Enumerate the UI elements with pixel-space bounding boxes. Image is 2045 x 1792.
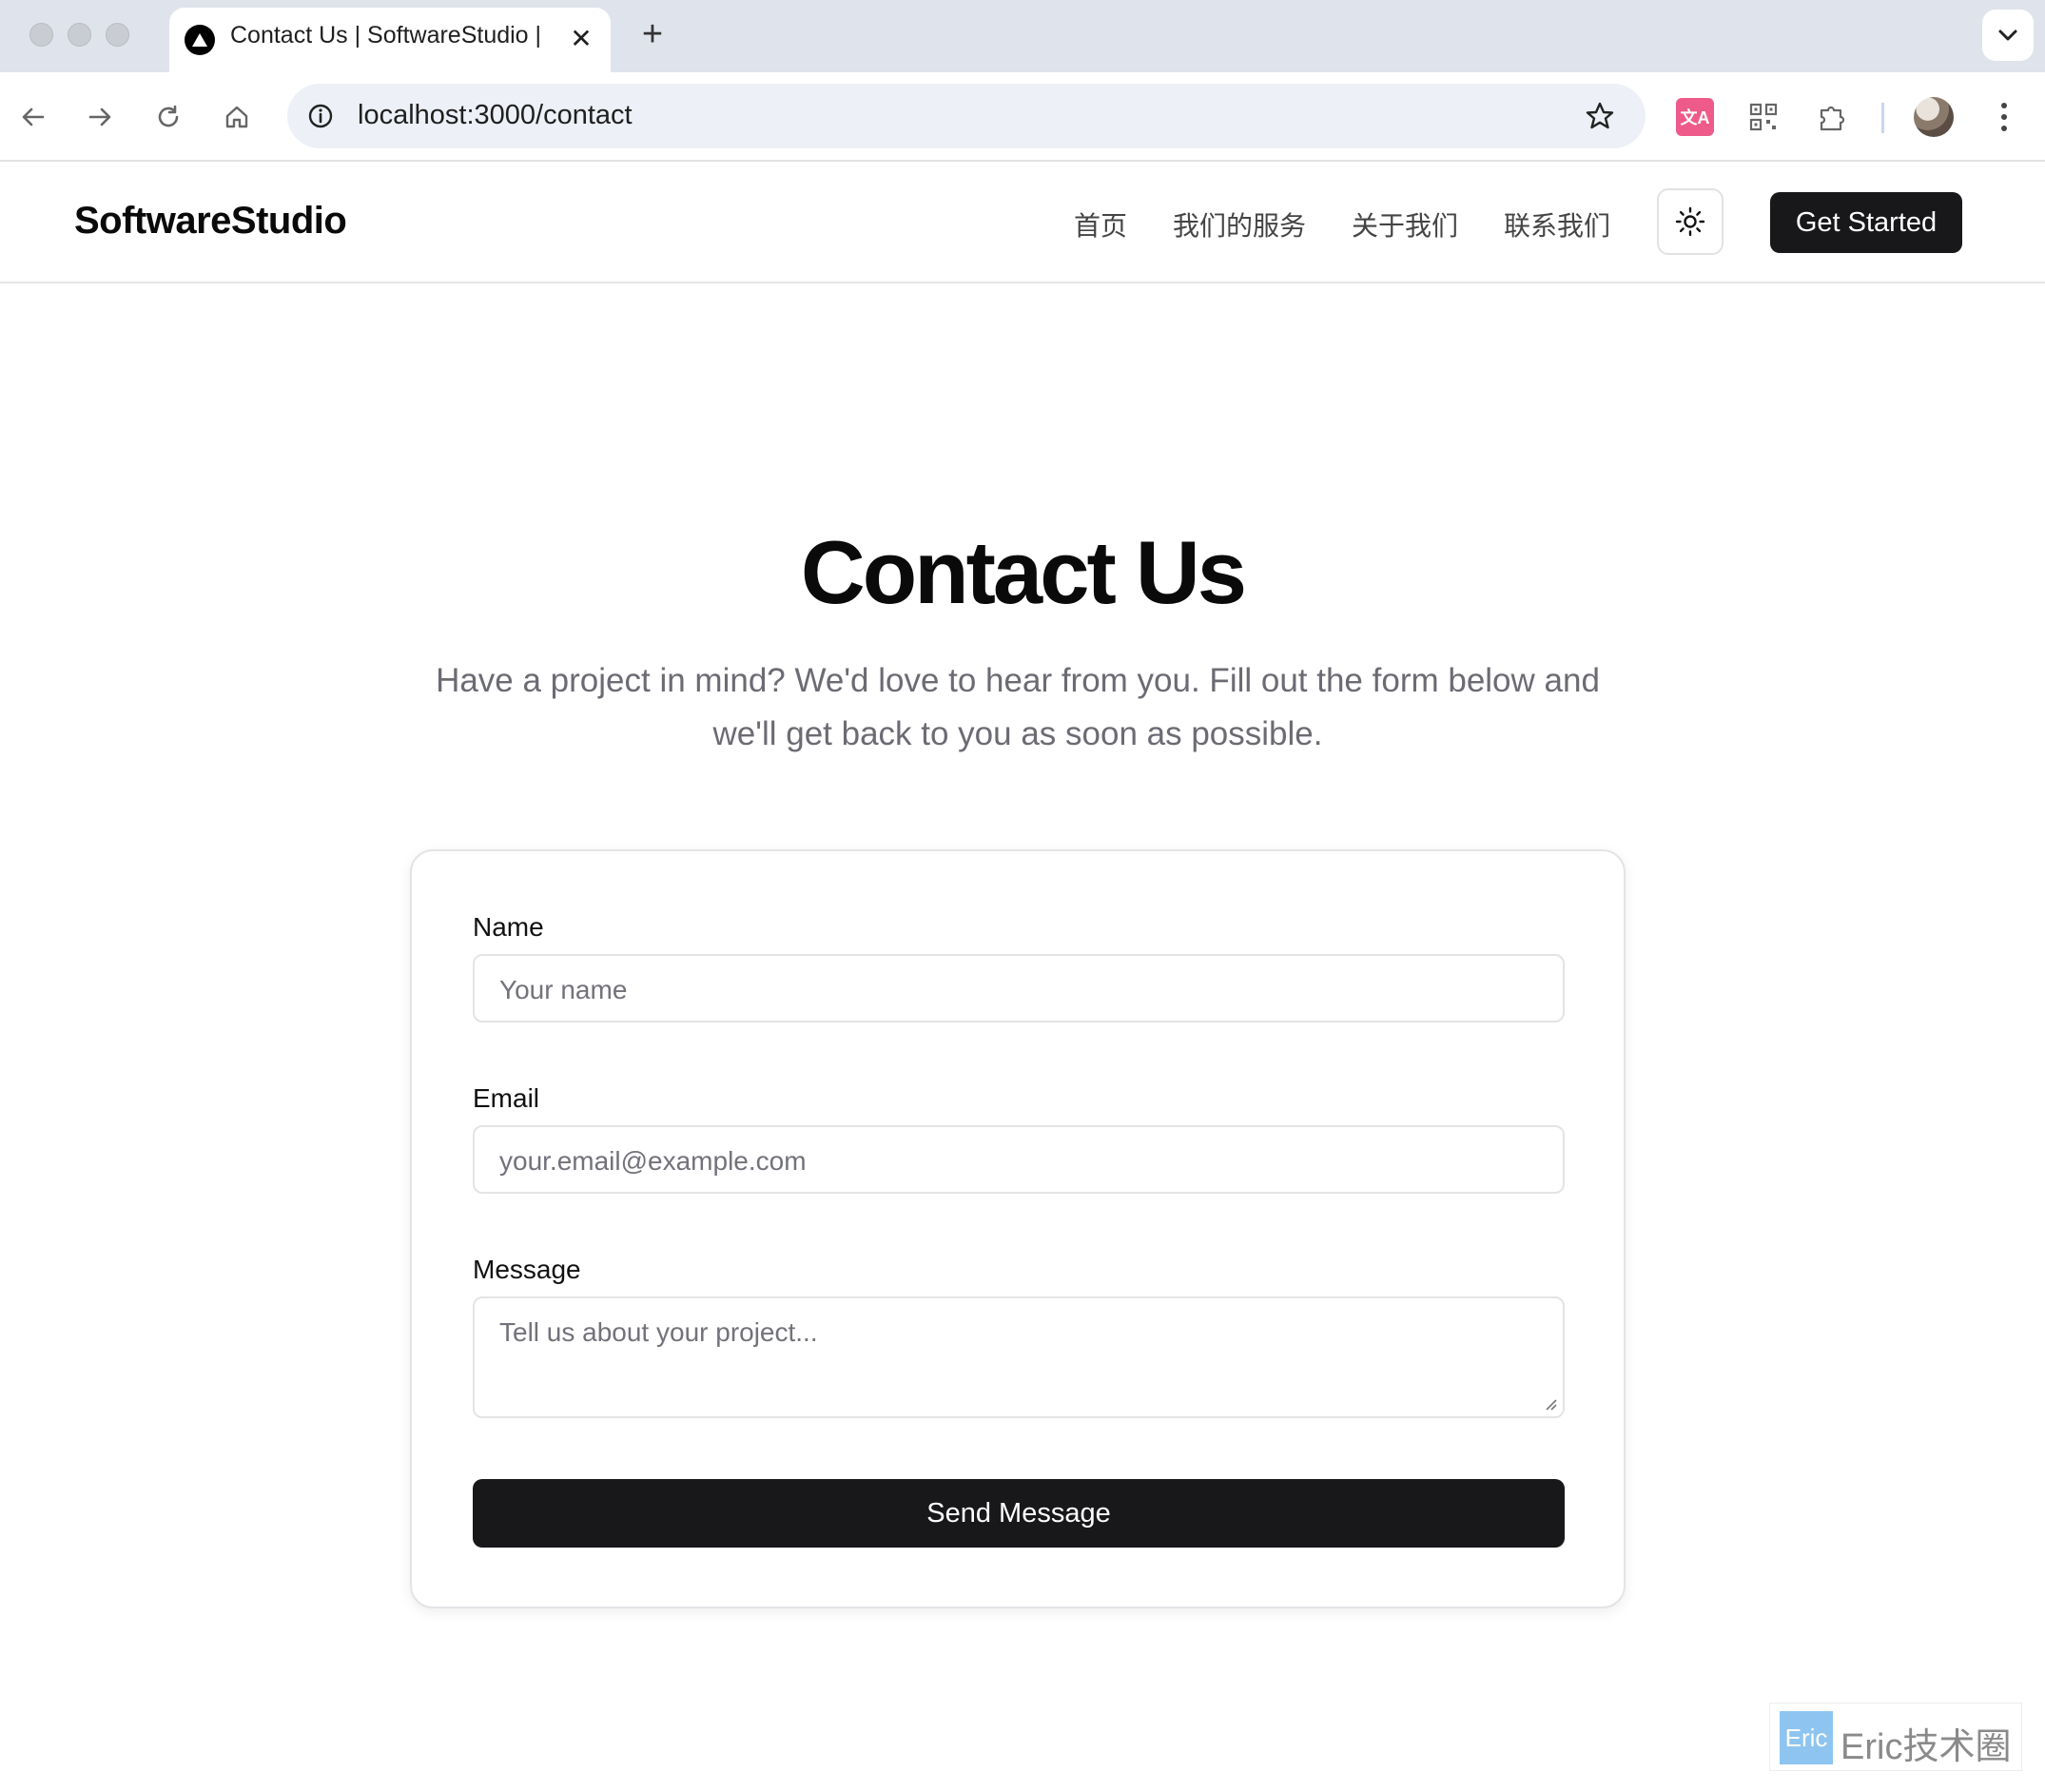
translate-extension-icon[interactable]: 文A xyxy=(1676,98,1714,136)
address-bar[interactable]: localhost:3000/contact xyxy=(287,84,1646,148)
site-logo[interactable]: SoftwareStudio xyxy=(74,200,347,243)
contact-form-card: Name Your name Email your.email@example.… xyxy=(410,849,1626,1608)
page-subtitle-line-1: Have a project in mind? We'd love to hea… xyxy=(436,662,1600,699)
nextjs-favicon-icon xyxy=(185,25,215,55)
get-started-button[interactable]: Get Started xyxy=(1770,192,1962,253)
name-placeholder: Your name xyxy=(499,975,628,1004)
toolbar-divider xyxy=(1881,103,1884,133)
window-minimize-button[interactable] xyxy=(68,23,91,47)
name-label: Name xyxy=(473,912,544,942)
watermark-logo: Eric xyxy=(1780,1711,1833,1764)
home-button[interactable] xyxy=(213,93,261,141)
url-text: localhost:3000/contact xyxy=(358,100,633,130)
email-placeholder: your.email@example.com xyxy=(499,1146,807,1176)
browser-tab-active[interactable]: Contact Us | SoftwareStudio | ✕ xyxy=(169,8,611,72)
browser-menu-icon[interactable] xyxy=(1992,95,2016,139)
nav-link-contact[interactable]: 联系我们 xyxy=(1504,205,1610,243)
page-title: Contact Us xyxy=(800,522,1247,622)
sun-icon xyxy=(1675,206,1705,237)
arrow-right-icon xyxy=(88,107,111,127)
nav-link-services[interactable]: 我们的服务 xyxy=(1173,205,1306,243)
window-maximize-button[interactable] xyxy=(106,23,129,47)
tab-search-button[interactable] xyxy=(1982,10,2034,61)
site-info-icon[interactable] xyxy=(304,100,337,132)
watermark-text: Eric技术圈 xyxy=(1840,1727,2012,1767)
forward-button[interactable] xyxy=(76,93,124,141)
arrow-left-icon xyxy=(22,107,45,127)
message-placeholder: Tell us about your project... xyxy=(499,1317,818,1347)
chevron-down-icon xyxy=(1998,29,2017,41)
message-label: Message xyxy=(473,1255,581,1284)
reload-button[interactable] xyxy=(145,93,192,141)
nav-link-home[interactable]: 首页 xyxy=(1074,205,1127,243)
page-subtitle-line-2: we'll get back to you as soon as possibl… xyxy=(712,715,1323,752)
site-header: SoftwareStudio 首页 我们的服务 关于我们 联系我们 Get St… xyxy=(0,162,2045,283)
watermark: Eric Eric技术圈 xyxy=(1769,1703,2022,1771)
message-textarea[interactable]: Tell us about your project... xyxy=(473,1296,1565,1418)
reload-icon xyxy=(158,105,179,127)
profile-avatar[interactable] xyxy=(1914,97,1954,137)
bookmark-star-icon[interactable] xyxy=(1583,99,1617,133)
name-input[interactable]: Your name xyxy=(473,954,1565,1023)
browser-tabstrip: Contact Us | SoftwareStudio | ✕ + xyxy=(0,0,2045,72)
browser-toolbar: localhost:3000/contact 文A xyxy=(0,72,2045,162)
home-icon xyxy=(225,106,248,128)
qr-code-icon[interactable] xyxy=(1744,98,1782,136)
nav-link-about[interactable]: 关于我们 xyxy=(1352,205,1458,243)
page-subtitle: Have a project in mind? We'd love to hea… xyxy=(399,654,1636,761)
extensions-puzzle-icon[interactable] xyxy=(1813,98,1851,136)
resize-handle-icon[interactable] xyxy=(1544,1397,1557,1411)
back-button[interactable] xyxy=(10,93,57,141)
theme-toggle-button[interactable] xyxy=(1657,188,1724,255)
tab-close-icon[interactable]: ✕ xyxy=(564,21,598,55)
send-message-button[interactable]: Send Message xyxy=(473,1479,1565,1548)
tab-title: Contact Us | SoftwareStudio | xyxy=(230,22,542,49)
window-close-button[interactable] xyxy=(29,23,53,47)
email-label: Email xyxy=(473,1083,540,1113)
new-tab-button[interactable]: + xyxy=(632,13,673,55)
email-input[interactable]: your.email@example.com xyxy=(473,1125,1565,1194)
